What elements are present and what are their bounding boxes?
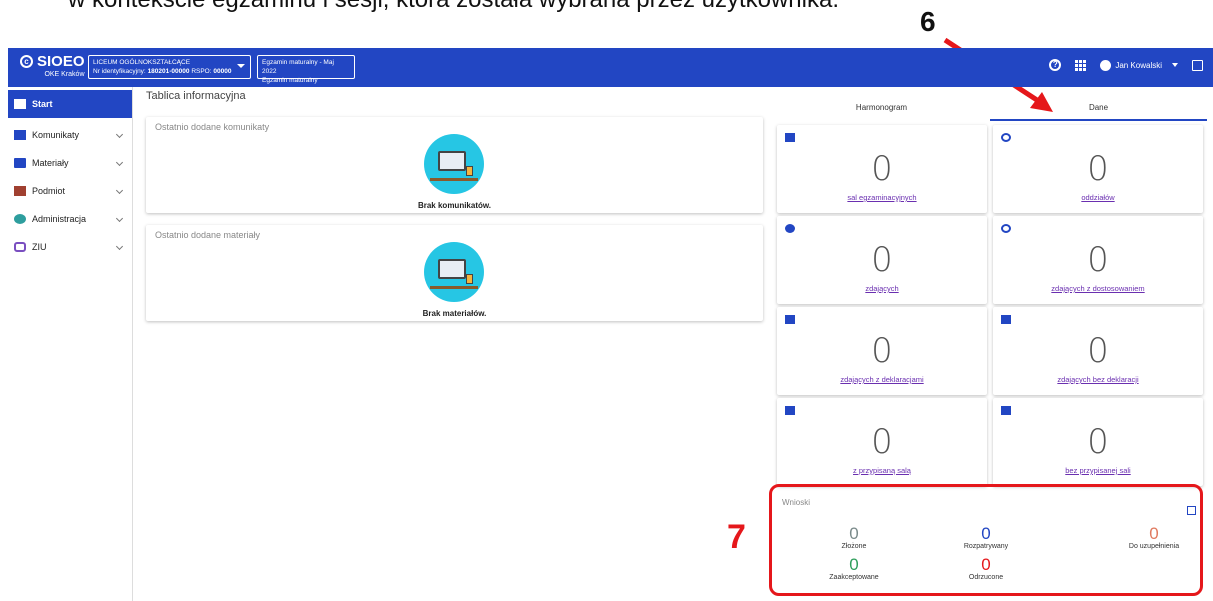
stat-link[interactable]: zdających z deklaracjami [777, 375, 987, 384]
person-icon [785, 224, 795, 233]
stat-link[interactable]: zdających [777, 284, 987, 293]
copyright-icon [1001, 133, 1011, 142]
empty-workspace-illustration [424, 242, 484, 302]
stat-card: 0 bez przypisanej sali [993, 398, 1203, 486]
logo-text: SIOEO [37, 53, 85, 70]
stat-link[interactable]: zdających bez deklaracji [993, 375, 1203, 384]
chevron-down-icon [237, 64, 245, 68]
user-name: Jan Kowalski [1115, 60, 1162, 70]
sidebar: Start Komunikaty Materiały Podmiot Admin… [8, 87, 133, 601]
wnioski-do-uzupelnienia[interactable]: 0 Do uzupełnienia [1099, 525, 1209, 551]
exam-type: Egzamin maturalny [262, 77, 318, 84]
app-logo[interactable]: c SIOEO OKE Kraków [20, 53, 85, 78]
sidebar-item-ziu[interactable]: ZIU [8, 233, 132, 261]
chevron-down-icon [1172, 63, 1178, 67]
annotation-7: 7 [727, 518, 746, 556]
wnioski-zlozone[interactable]: 0 Złożone [799, 525, 909, 551]
chevron-down-icon [115, 186, 124, 195]
help-icon[interactable]: ? [1049, 59, 1062, 71]
panel-title: Wnioski [782, 498, 811, 507]
message-icon [14, 130, 26, 140]
library-icon [1001, 315, 1011, 324]
store-icon [1001, 406, 1011, 415]
tab-harmonogram[interactable]: Harmonogram [773, 97, 990, 121]
stat-card: 0 zdających bez deklaracji [993, 307, 1203, 395]
tab-dane[interactable]: Dane [990, 97, 1207, 121]
folder-icon [14, 158, 26, 168]
tab-bar: Harmonogram Dane [773, 97, 1207, 121]
logout-icon[interactable] [1192, 59, 1203, 71]
school-name: LICEUM OGÓLNOKSZTAŁCĄCE [93, 59, 191, 66]
face-icon [1001, 224, 1011, 233]
announcements-card: Ostatnio dodane komunikaty Brak komunika… [146, 117, 763, 213]
library-icon [785, 315, 795, 324]
empty-message: Brak komunikatów. [417, 201, 492, 210]
store-icon [785, 406, 795, 415]
stat-link[interactable]: z przypisaną salą [777, 466, 987, 475]
chevron-down-icon [115, 130, 124, 139]
logo-subtitle: OKE Kraków [44, 71, 85, 78]
exam-selector[interactable]: Egzamin maturalny - Maj 2022 Egzamin mat… [257, 55, 355, 84]
chevron-down-icon [115, 158, 124, 167]
screen: w kontekście egzaminu i sesji, która zos… [0, 0, 1213, 601]
materials-card: Ostatnio dodane materiały Brak materiałó… [146, 225, 763, 321]
top-bar: c SIOEO OKE Kraków LICEUM OGÓLNOKSZTAŁCĄC… [8, 48, 1213, 87]
stat-link[interactable]: bez przypisanej sali [993, 466, 1203, 475]
chevron-down-icon [115, 242, 124, 251]
page-title: Tablica informacyjna [146, 90, 246, 102]
stat-link[interactable]: oddziałów [993, 193, 1203, 202]
wnioski-odrzucone[interactable]: 0 Odrzucone [931, 556, 1041, 582]
stat-card: 0 zdających z deklaracjami [777, 307, 987, 395]
sidebar-item-komunikaty[interactable]: Komunikaty [8, 121, 132, 149]
stat-card: 0 sal egzaminacyjnych [777, 125, 987, 213]
empty-workspace-illustration [424, 134, 484, 194]
open-external-icon[interactable] [1187, 506, 1196, 515]
account-icon [1100, 59, 1112, 71]
dashboard-icon [14, 99, 26, 109]
wnioski-zaakceptowane[interactable]: 0 Zaakceptowane [799, 556, 909, 582]
stat-card: 0 oddziałów [993, 125, 1203, 213]
institution-icon [14, 186, 26, 196]
stat-link[interactable]: sal egzaminacyjnych [777, 193, 987, 202]
stat-card: 0 z przypisaną salą [777, 398, 987, 486]
chevron-down-icon [115, 214, 124, 223]
shield-icon [14, 214, 26, 224]
stat-card: 0 zdających z dostosowaniem [993, 216, 1203, 304]
sidebar-item-start[interactable]: Start [8, 90, 132, 118]
apps-grid-icon[interactable] [1075, 59, 1087, 71]
store-icon [785, 133, 795, 142]
sidebar-item-materialy[interactable]: Materiały [8, 149, 132, 177]
user-menu[interactable]: Jan Kowalski [1100, 59, 1178, 71]
stat-link[interactable]: zdających z dostosowaniem [993, 284, 1203, 293]
sidebar-item-administracja[interactable]: Administracja [8, 205, 132, 233]
exam-session: Egzamin maturalny - Maj 2022 [262, 59, 334, 75]
wnioski-panel: Wnioski 0 Złożone 0 Rozpatrywany 0 Do uz… [777, 493, 1205, 593]
stat-card: 0 zdających [777, 216, 987, 304]
ziu-icon [14, 242, 26, 252]
school-ids: Nr identyfikacyjny: 180201-00000 RSPO: 0… [93, 68, 232, 75]
wnioski-rozpatrywany[interactable]: 0 Rozpatrywany [931, 525, 1041, 551]
card-title: Ostatnio dodane komunikaty [155, 122, 270, 132]
school-selector[interactable]: LICEUM OGÓLNOKSZTAŁCĄCE Nr identyfikacyj… [88, 55, 251, 79]
logo-icon: c [20, 55, 33, 68]
sidebar-item-podmiot[interactable]: Podmiot [8, 177, 132, 205]
card-title: Ostatnio dodane materiały [155, 230, 261, 240]
empty-message: Brak materiałów. [422, 309, 487, 318]
